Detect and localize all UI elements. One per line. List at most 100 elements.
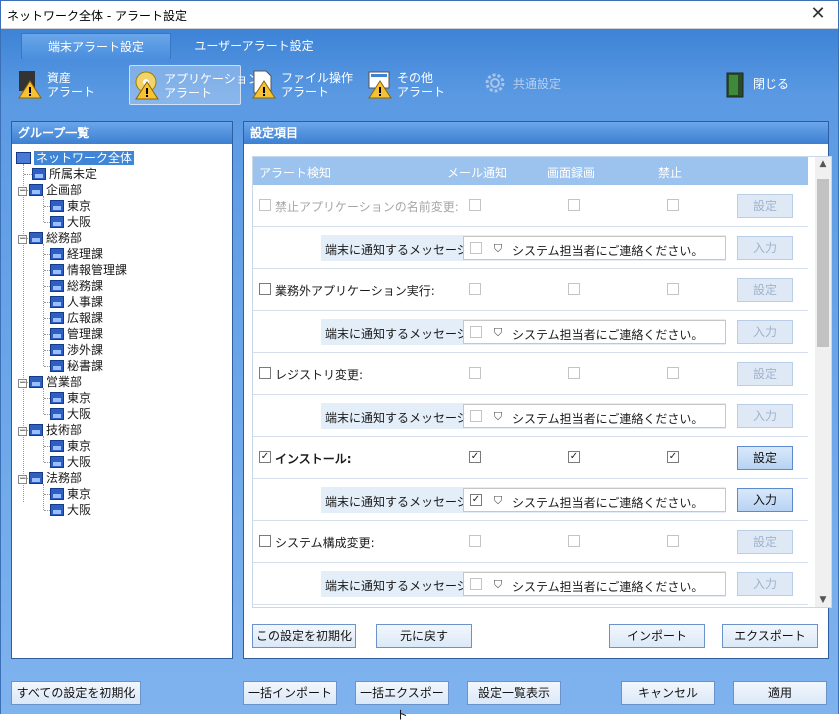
- message-input[interactable]: ⛉ システム担当者にご連絡ください。: [463, 320, 726, 344]
- bulk-export-button[interactable]: 一括エクスポート: [355, 681, 449, 722]
- scroll-up-icon[interactable]: ▲: [817, 159, 829, 169]
- mail-checkbox[interactable]: [469, 367, 481, 379]
- message-input[interactable]: ⛉ システム担当者にご連絡ください。: [463, 572, 726, 596]
- scroll-down-icon[interactable]: ▼: [817, 595, 829, 605]
- export-button[interactable]: エクスポート: [722, 624, 818, 648]
- mail-checkbox[interactable]: [469, 199, 481, 211]
- input-button[interactable]: 入力: [737, 404, 793, 428]
- collapse-icon[interactable]: −: [18, 379, 27, 388]
- block-checkbox[interactable]: [667, 199, 679, 211]
- reset-all-button[interactable]: すべての設定を初期化: [11, 681, 141, 705]
- settings-button[interactable]: 設定: [737, 362, 793, 386]
- settings-button[interactable]: 設定: [737, 194, 793, 218]
- tree-item[interactable]: 情報管理課: [50, 262, 127, 278]
- tree-item[interactable]: 管理課: [50, 326, 103, 342]
- tree-item[interactable]: − 企画部: [18, 182, 82, 198]
- input-button[interactable]: 入力: [737, 236, 793, 260]
- message-input[interactable]: ✓ ⛉ システム担当者にご連絡ください。: [463, 488, 726, 512]
- undo-button[interactable]: 元に戻す: [376, 624, 472, 648]
- other-alert-button[interactable]: その他 アラート: [363, 65, 463, 105]
- message-input[interactable]: ⛉ システム担当者にご連絡ください。: [463, 404, 726, 428]
- import-button[interactable]: インポート: [609, 624, 705, 648]
- record-checkbox[interactable]: ✓: [568, 451, 580, 463]
- app-alert-button[interactable]: アプリケーション アラート: [129, 65, 260, 105]
- settings-button[interactable]: 設定: [737, 446, 793, 470]
- common-settings-button[interactable]: 共通設定: [479, 65, 579, 105]
- tree-item[interactable]: 東京: [50, 438, 91, 454]
- tree-item[interactable]: 大阪: [50, 454, 91, 470]
- record-checkbox[interactable]: [568, 283, 580, 295]
- tree-item[interactable]: 大阪: [50, 502, 91, 518]
- message-input[interactable]: ⛉ システム担当者にご連絡ください。: [463, 236, 726, 260]
- alert-checkbox[interactable]: [259, 367, 271, 379]
- file-alert-button[interactable]: ファイル操作 アラート: [247, 65, 355, 105]
- message-checkbox[interactable]: [470, 326, 482, 338]
- tree-item[interactable]: 経理課: [50, 246, 103, 262]
- message-box: 端末に通知するメッセージ: ⛉ システム担当者にご連絡ください。: [321, 235, 726, 261]
- tree-item[interactable]: − 法務部: [18, 470, 82, 486]
- group-folder-icon: [50, 456, 64, 468]
- tree-item[interactable]: 人事課: [50, 294, 103, 310]
- tab-device-alert[interactable]: 端末アラート設定: [21, 33, 171, 59]
- tree-item[interactable]: 大阪: [50, 214, 91, 230]
- grid-scrollbar[interactable]: ▲ ▼: [815, 157, 831, 607]
- message-checkbox[interactable]: [470, 410, 482, 422]
- input-button[interactable]: 入力: [737, 488, 793, 512]
- tree-item[interactable]: 東京: [50, 486, 91, 502]
- close-button[interactable]: 閉じる: [719, 65, 819, 105]
- settings-button[interactable]: 設定: [737, 530, 793, 554]
- header-mail: メール通知: [447, 166, 508, 180]
- tab-user-alert[interactable]: ユーザーアラート設定: [179, 33, 329, 59]
- tree-item[interactable]: 広報課: [50, 310, 103, 326]
- tree-item-label: 技術部: [46, 423, 83, 437]
- asset-alert-button[interactable]: 資産 アラート: [13, 65, 113, 105]
- record-checkbox[interactable]: [568, 199, 580, 211]
- group-folder-icon: [50, 280, 64, 292]
- tree-item[interactable]: 大阪: [50, 406, 91, 422]
- cancel-button[interactable]: キャンセル: [621, 681, 715, 705]
- collapse-icon[interactable]: −: [18, 475, 27, 484]
- mail-checkbox[interactable]: [469, 283, 481, 295]
- network-icon: [16, 152, 31, 164]
- tree-item[interactable]: 秘書課: [50, 358, 103, 374]
- record-checkbox[interactable]: [568, 367, 580, 379]
- tree-item-label: 秘書課: [67, 359, 104, 373]
- message-checkbox[interactable]: [470, 578, 482, 590]
- reset-setting-button[interactable]: この設定を初期化: [252, 624, 356, 648]
- title-bar: ネットワーク全体 - アラート設定 ✕: [1, 1, 838, 29]
- apply-button[interactable]: 適用: [733, 681, 827, 705]
- tree-item[interactable]: 所属未定: [32, 166, 97, 182]
- tree-item[interactable]: 総務課: [50, 278, 103, 294]
- alert-checkbox[interactable]: [259, 199, 271, 211]
- tree-item[interactable]: − 技術部: [18, 422, 82, 438]
- settings-button[interactable]: 設定: [737, 278, 793, 302]
- bulk-import-button[interactable]: 一括インポート: [243, 681, 337, 705]
- tree-item[interactable]: 東京: [50, 390, 91, 406]
- input-button[interactable]: 入力: [737, 572, 793, 596]
- message-box: 端末に通知するメッセージ: ✓ ⛉ システム担当者にご連絡ください。: [321, 487, 726, 513]
- settings-list-button[interactable]: 設定一覧表示: [467, 681, 561, 705]
- message-checkbox[interactable]: ✓: [470, 494, 482, 506]
- tree-item[interactable]: 東京: [50, 198, 91, 214]
- alert-checkbox[interactable]: [259, 283, 271, 295]
- mail-checkbox[interactable]: [469, 535, 481, 547]
- tree-item[interactable]: − 営業部: [18, 374, 82, 390]
- tree-item[interactable]: 渉外課: [50, 342, 103, 358]
- collapse-icon[interactable]: −: [18, 187, 27, 196]
- close-icon[interactable]: ✕: [798, 1, 838, 28]
- tree-root[interactable]: ネットワーク全体: [16, 150, 135, 166]
- tree-item[interactable]: − 総務部: [18, 230, 82, 246]
- collapse-icon[interactable]: −: [18, 235, 27, 244]
- collapse-icon[interactable]: −: [18, 427, 27, 436]
- input-button[interactable]: 入力: [737, 320, 793, 344]
- scroll-thumb[interactable]: [817, 179, 829, 347]
- record-checkbox[interactable]: [568, 535, 580, 547]
- mail-checkbox[interactable]: ✓: [469, 451, 481, 463]
- block-checkbox[interactable]: [667, 535, 679, 547]
- block-checkbox[interactable]: ✓: [667, 451, 679, 463]
- alert-checkbox[interactable]: ✓: [259, 451, 271, 463]
- block-checkbox[interactable]: [667, 283, 679, 295]
- message-checkbox[interactable]: [470, 242, 482, 254]
- alert-checkbox[interactable]: [259, 535, 271, 547]
- block-checkbox[interactable]: [667, 367, 679, 379]
